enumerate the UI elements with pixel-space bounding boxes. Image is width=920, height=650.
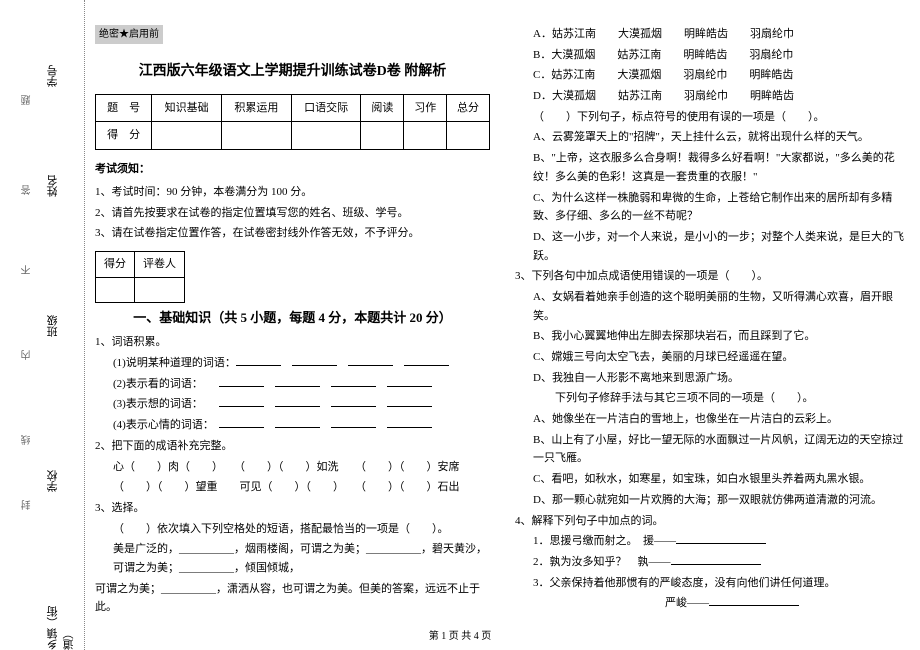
rq3b-stem: 下列句子修辞手法与其它三项不同的一项是（ ）。 xyxy=(515,389,910,408)
gutter-hint: 不 xyxy=(20,265,35,275)
q2-stem: 2、把下面的成语补充完整。 xyxy=(95,437,490,456)
page-content: 绝密★启用前 江西版六年级语文上学期提升训练试卷D卷 附解析 题 号 知识基础 … xyxy=(95,25,910,625)
q3-body: 美是广泛的，__________，烟雨楼阁，可谓之为美；__________，碧… xyxy=(95,540,490,577)
rq3-option: D、我独自一人形影不离地来到思源广场。 xyxy=(515,369,910,388)
gutter-hint: 封 xyxy=(20,500,35,510)
gutter-name-label: 姓名 xyxy=(45,175,61,197)
q4-item: 3．父亲保持着他那惯有的严峻态度，没有向他们讲任何道理。 xyxy=(515,574,910,593)
notice-item: 2、请首先按要求在试卷的指定位置填写您的姓名、班级、学号。 xyxy=(95,204,490,223)
section1-title: 一、基础知识（共 5 小题，每题 4 分，本题共计 20 分） xyxy=(95,307,490,329)
q1-item: (2)表示看的词语： xyxy=(95,375,490,394)
notice-item: 3、请在试卷指定位置作答，在试卷密封线外作答无效，不予评分。 xyxy=(95,224,490,243)
rq3-option: A、女娲看着她亲手创造的这个聪明美丽的生物，又听得满心欢喜，眉开眼笑。 xyxy=(515,288,910,325)
gutter-hint: 答 xyxy=(20,185,35,195)
binding-gutter: 乡镇（街道） 学校 班级 姓名 学号 封 线 内 不 答 题 xyxy=(0,0,85,650)
score-summary-table: 题 号 知识基础 积累运用 口语交际 阅读 习作 总分 得 分 xyxy=(95,94,490,150)
q3b-option: A、云雾笼罩天上的"招牌"，天上挂什么云，就将出现什么样的天气。 xyxy=(515,128,910,147)
rq3b-option: C、看吧，如秋水，如寒星，如宝珠，如白水银里头养着两丸黑水银。 xyxy=(515,470,910,489)
rq3b-option: A、她像坐在一片洁白的雪地上，也像坐在一片洁白的云彩上。 xyxy=(515,410,910,429)
gutter-id-label: 学号 xyxy=(45,65,61,87)
q1-item: (4)表示心情的词语： xyxy=(95,416,490,435)
rq3b-option: B、山上有了小屋，好比一望无际的水面飘过一片风帆，辽阔无边的天空掠过一只飞雁。 xyxy=(515,431,910,468)
table-row: 题 号 知识基础 积累运用 口语交际 阅读 习作 总分 xyxy=(96,94,490,122)
notice-heading: 考试须知： xyxy=(95,160,490,179)
q4-stem: 4、解释下列句子中加点的词。 xyxy=(515,512,910,531)
rq3-stem: 3、下列各句中加点成语使用错误的一项是（ ）。 xyxy=(515,267,910,286)
q3b: （ ）下列句子，标点符号的使用有误的一项是（ ）。 xyxy=(515,108,910,127)
q3b-option: C、为什么这样一株脆弱和卑微的生命，上苍给它制作出来的居所却有多精致、多仔细、多… xyxy=(515,189,910,226)
q4-item: 1．思援弓缴而射之。 援—— xyxy=(515,532,910,551)
exam-title: 江西版六年级语文上学期提升训练试卷D卷 附解析 xyxy=(95,60,490,84)
q3-option: B．大漠孤烟 姑苏江南 明眸皓齿 羽扇纶巾 xyxy=(515,46,910,65)
q1-item: (3)表示想的词语： xyxy=(95,395,490,414)
q3-body: 可谓之为美；__________，潇洒从容，也可谓之为美。但美的答案，远远不止于… xyxy=(95,580,490,617)
table-row: 得 分 xyxy=(96,122,490,150)
q3-stem: 3、选择。 xyxy=(95,499,490,518)
page-footer: 第 1 页 共 4 页 xyxy=(0,627,920,642)
q4-item: 2．孰为汝多知乎？ 孰—— xyxy=(515,553,910,572)
rq3b-option: D、那一颗心就宛如一片欢腾的大海；那一双眼就仿佛两道清澈的河流。 xyxy=(515,491,910,510)
q3a: （ ）依次填入下列空格处的短语，搭配最恰当的一项是（ ）。 xyxy=(95,520,490,539)
rq3-option: C、嫦娥三号向太空飞去，美丽的月球已经遥遥在望。 xyxy=(515,348,910,367)
q1-item: (1)说明某种道理的词语： xyxy=(95,354,490,373)
q1-stem: 1、词语积累。 xyxy=(95,333,490,352)
q3-option: A．姑苏江南 大漠孤烟 明眸皓齿 羽扇纶巾 xyxy=(515,25,910,44)
gutter-hint: 内 xyxy=(20,350,35,360)
q3b-option: D、这一小步，对一个人来说，是小小的一步；对整个人类来说，是巨大的飞跃。 xyxy=(515,228,910,265)
notice-item: 1、考试时间：90 分钟，本卷满分为 100 分。 xyxy=(95,183,490,202)
q3-option: C．姑苏江南 大漠孤烟 羽扇纶巾 明眸皓齿 xyxy=(515,66,910,85)
rq3-option: B、我小心翼翼地伸出左脚去探那块岩石，而且踩到了它。 xyxy=(515,327,910,346)
gutter-hint: 线 xyxy=(20,435,35,445)
q2-row: 心（ ）肉（ ） （ ）（ ）如洗 （ ）（ ）安席 xyxy=(95,458,490,477)
gutter-class-label: 班级 xyxy=(45,315,61,337)
q3-option: D．大漠孤烟 姑苏江南 羽扇纶巾 明眸皓齿 xyxy=(515,87,910,106)
q3b-option: B、"上帝，这衣服多么合身啊！裁得多么好看啊！"大家都说，"多么美的花纹！多么美… xyxy=(515,149,910,186)
gutter-hint: 题 xyxy=(20,95,35,105)
gutter-school-label: 学校 xyxy=(45,470,61,492)
confidential-tag: 绝密★启用前 xyxy=(95,25,163,44)
q2-row: （ ）（ ）望重 可见（ ）（ ） （ ）（ ）石出 xyxy=(95,478,490,497)
q4-item: 严峻—— xyxy=(515,594,910,613)
section-score-box: 得分评卷人 xyxy=(95,251,185,303)
